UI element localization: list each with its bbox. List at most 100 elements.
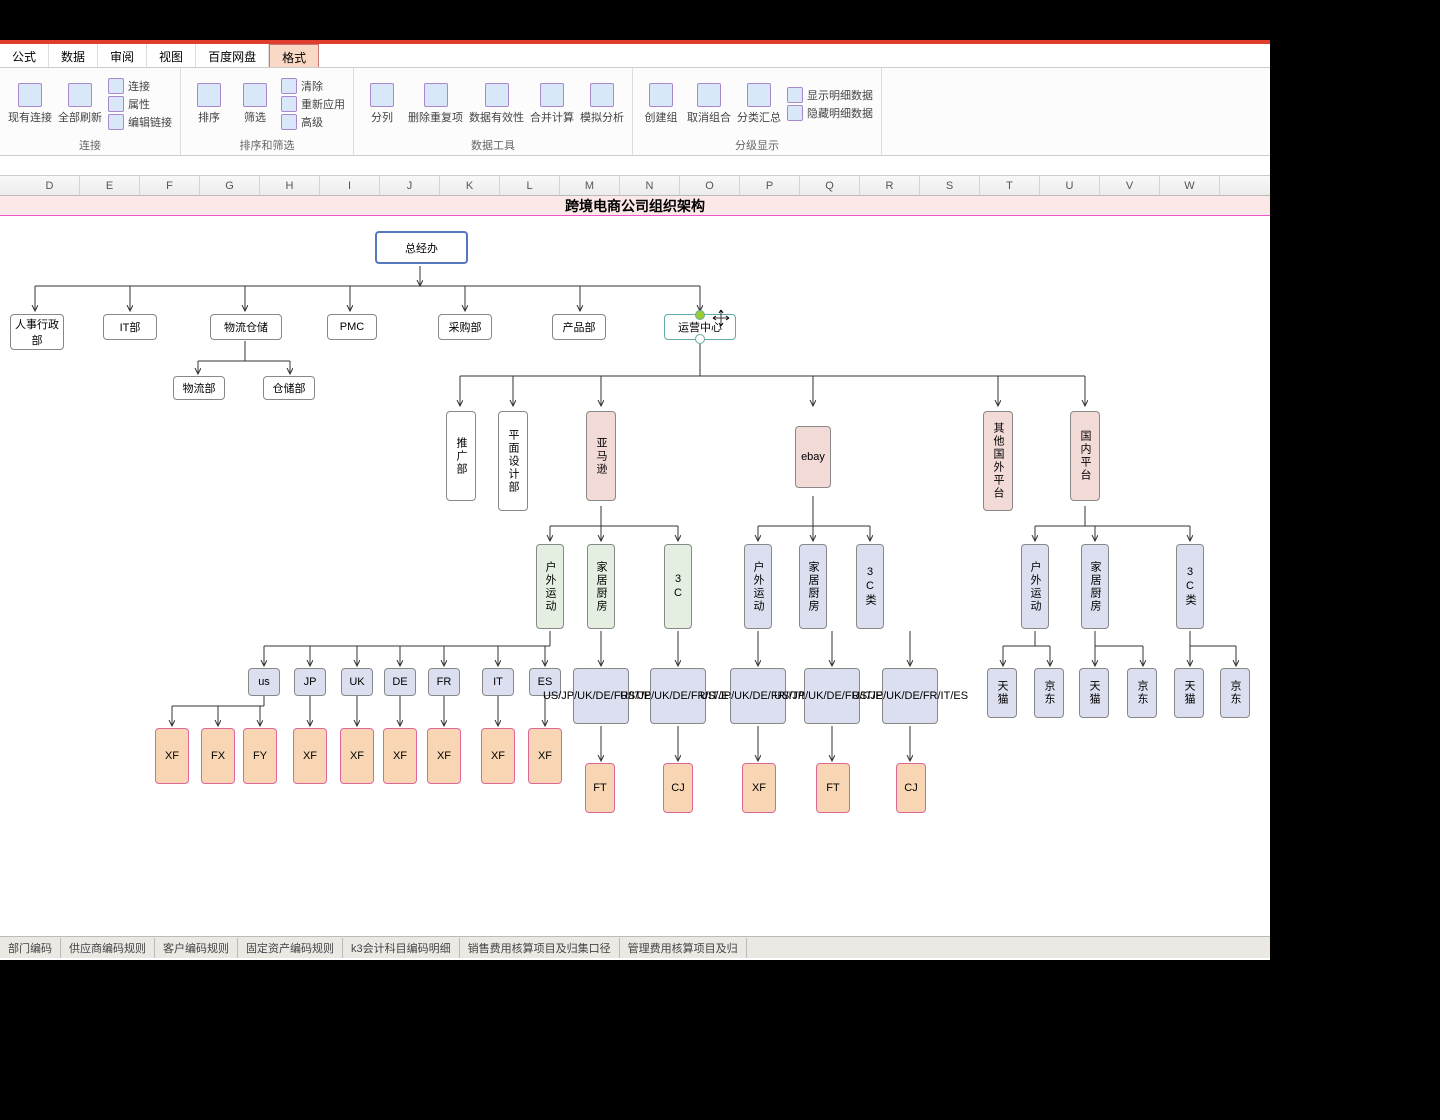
- col-K[interactable]: K: [440, 176, 500, 195]
- ribbon-现有连接[interactable]: 现有连接: [8, 83, 52, 125]
- node-cat-a1[interactable]: 户外运动: [536, 544, 564, 629]
- leaf-xf1[interactable]: XF: [155, 728, 189, 784]
- tab-百度网盘[interactable]: 百度网盘: [196, 44, 269, 67]
- worksheet[interactable]: 跨境电商公司组织架构: [0, 196, 1270, 876]
- leaf-ft2[interactable]: FT: [816, 763, 850, 813]
- ribbon-模拟分析[interactable]: 模拟分析: [580, 83, 624, 125]
- tab-公式[interactable]: 公式: [0, 44, 49, 67]
- tab-视图[interactable]: 视图: [147, 44, 196, 67]
- ribbon-重新应用[interactable]: 重新应用: [281, 96, 345, 112]
- col-J[interactable]: J: [380, 176, 440, 195]
- ribbon-高级[interactable]: 高级: [281, 114, 345, 130]
- ribbon-筛选[interactable]: 筛选: [235, 83, 275, 125]
- node-jp[interactable]: JP: [294, 668, 326, 696]
- col-W[interactable]: W: [1160, 176, 1220, 195]
- tab-审阅[interactable]: 审阅: [98, 44, 147, 67]
- col-E[interactable]: E: [80, 176, 140, 195]
- col-D[interactable]: D: [20, 176, 80, 195]
- col-N[interactable]: N: [620, 176, 680, 195]
- leaf-cj[interactable]: CJ: [663, 763, 693, 813]
- ribbon-创建组[interactable]: 创建组: [641, 83, 681, 125]
- ribbon-数据有效性[interactable]: 数据有效性: [469, 83, 524, 125]
- node-cat-a3[interactable]: 3C: [664, 544, 692, 629]
- node-domestic[interactable]: 国内平台: [1070, 411, 1100, 501]
- node-wl2[interactable]: 仓储部: [263, 376, 315, 400]
- sheet-客户编码规则[interactable]: 客户编码规则: [155, 938, 238, 958]
- col-F[interactable]: F: [140, 176, 200, 195]
- sheet-管理费用核算项目及归[interactable]: 管理费用核算项目及归: [620, 938, 747, 958]
- ribbon-属性[interactable]: 属性: [108, 96, 172, 112]
- node-reg2[interactable]: US/JP/UK/DE/FR/IT/ES: [650, 668, 706, 724]
- ribbon-全部刷新[interactable]: 全部刷新: [58, 83, 102, 125]
- col-O[interactable]: O: [680, 176, 740, 195]
- node-cat-b3[interactable]: 3C类: [856, 544, 884, 629]
- col-P[interactable]: P: [740, 176, 800, 195]
- node-design[interactable]: 平面设计部: [498, 411, 528, 511]
- col-U[interactable]: U: [1040, 176, 1100, 195]
- node-cat-b1[interactable]: 户外运动: [744, 544, 772, 629]
- node-ebay[interactable]: ebay: [795, 426, 831, 488]
- node-cat-a2[interactable]: 家居厨房: [587, 544, 615, 629]
- node-us[interactable]: us: [248, 668, 280, 696]
- cn3[interactable]: 天猫: [1079, 668, 1109, 718]
- node-cat-c1[interactable]: 户外运动: [1021, 544, 1049, 629]
- col-R[interactable]: R: [860, 176, 920, 195]
- cn6[interactable]: 京东: [1220, 668, 1250, 718]
- node-purchase[interactable]: 采购部: [438, 314, 492, 340]
- col-H[interactable]: H: [260, 176, 320, 195]
- col-Q[interactable]: Q: [800, 176, 860, 195]
- ribbon-删除重复项[interactable]: 删除重复项: [408, 83, 463, 125]
- leaf-xf3[interactable]: FY: [243, 728, 277, 784]
- leaf-xf5[interactable]: XF: [340, 728, 374, 784]
- col-T[interactable]: T: [980, 176, 1040, 195]
- leaf-xf[interactable]: XF: [742, 763, 776, 813]
- leaf-xf7[interactable]: XF: [427, 728, 461, 784]
- col-M[interactable]: M: [560, 176, 620, 195]
- sheet-供应商编码规则[interactable]: 供应商编码规则: [61, 938, 155, 958]
- node-overseas[interactable]: 其他国外平台: [983, 411, 1013, 511]
- col-L[interactable]: L: [500, 176, 560, 195]
- ribbon-清除[interactable]: 清除: [281, 78, 345, 94]
- ribbon-显示明细数据[interactable]: 显示明细数据: [787, 87, 873, 103]
- node-cat-c2[interactable]: 家居厨房: [1081, 544, 1109, 629]
- leaf-cj2[interactable]: CJ: [896, 763, 926, 813]
- sheet-销售费用核算项目及归集口径[interactable]: 销售费用核算项目及归集口径: [460, 938, 620, 958]
- node-pmc[interactable]: PMC: [327, 314, 377, 340]
- leaf-xf9[interactable]: XF: [528, 728, 562, 784]
- ribbon-排序[interactable]: 排序: [189, 83, 229, 125]
- ribbon-合并计算[interactable]: 合并计算: [530, 83, 574, 125]
- ribbon-隐藏明细数据[interactable]: 隐藏明细数据: [787, 105, 873, 121]
- node-promo[interactable]: 推广部: [446, 411, 476, 501]
- col-G[interactable]: G: [200, 176, 260, 195]
- col-S[interactable]: S: [920, 176, 980, 195]
- node-uk[interactable]: UK: [341, 668, 373, 696]
- node-hr[interactable]: 人事行政部: [10, 314, 64, 350]
- sheet-部门编码[interactable]: 部门编码: [0, 938, 61, 958]
- leaf-ft[interactable]: FT: [585, 763, 615, 813]
- node-gm[interactable]: 总经办: [375, 231, 468, 264]
- leaf-xf6[interactable]: XF: [383, 728, 417, 784]
- node-amazon[interactable]: 亚马逊: [586, 411, 616, 501]
- ribbon-连接[interactable]: 连接: [108, 78, 172, 94]
- ribbon-分列[interactable]: 分列: [362, 83, 402, 125]
- leaf-xf2[interactable]: FX: [201, 728, 235, 784]
- node-wl1[interactable]: 物流部: [173, 376, 225, 400]
- node-it[interactable]: IT: [482, 668, 514, 696]
- node-it[interactable]: IT部: [103, 314, 157, 340]
- cn1[interactable]: 天猫: [987, 668, 1017, 718]
- node-logi[interactable]: 物流仓储: [210, 314, 282, 340]
- sheet-固定资产编码规则[interactable]: 固定资产编码规则: [238, 938, 343, 958]
- node-reg5[interactable]: US/JP/UK/DE/FR/IT/ES: [882, 668, 938, 724]
- cn4[interactable]: 京东: [1127, 668, 1157, 718]
- node-cat-c3[interactable]: 3C类: [1176, 544, 1204, 629]
- col-V[interactable]: V: [1100, 176, 1160, 195]
- node-fr[interactable]: FR: [428, 668, 460, 696]
- cn2[interactable]: 京东: [1034, 668, 1064, 718]
- ribbon-取消组合[interactable]: 取消组合: [687, 83, 731, 125]
- col-I[interactable]: I: [320, 176, 380, 195]
- ribbon-编辑链接[interactable]: 编辑链接: [108, 114, 172, 130]
- leaf-xf4[interactable]: XF: [293, 728, 327, 784]
- cn5[interactable]: 天猫: [1174, 668, 1204, 718]
- node-cat-b2[interactable]: 家居厨房: [799, 544, 827, 629]
- ribbon-分类汇总[interactable]: 分类汇总: [737, 83, 781, 125]
